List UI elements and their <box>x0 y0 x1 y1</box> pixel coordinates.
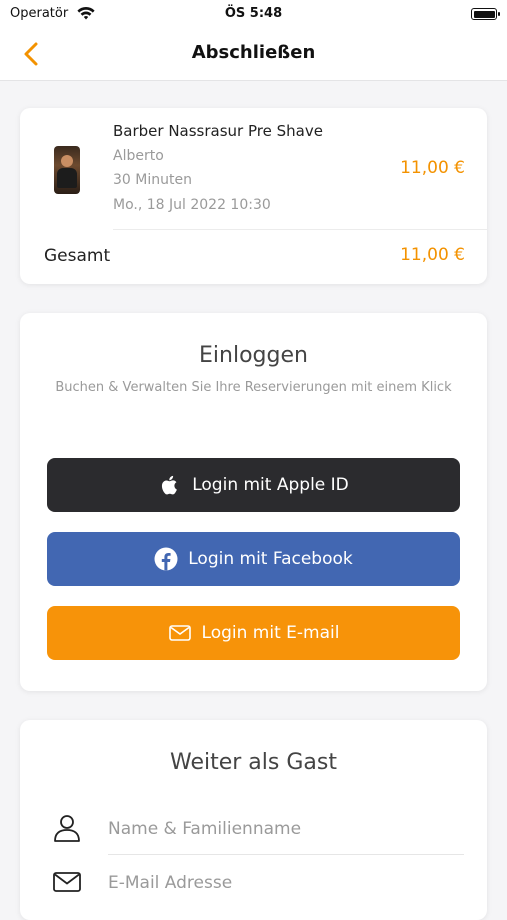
login-apple-label: Login mit Apple ID <box>192 475 349 495</box>
summary-divider <box>113 229 487 230</box>
login-apple-button[interactable]: Login mit Apple ID <box>47 458 460 512</box>
service-price: 11,00 € <box>400 158 465 178</box>
facebook-icon <box>154 547 178 571</box>
guest-title: Weiter als Gast <box>170 750 337 775</box>
status-bar: Operatör ÖS 5:48 <box>0 0 507 30</box>
total-label: Gesamt <box>44 246 111 266</box>
total-price: 11,00 € <box>400 245 465 265</box>
guest-email-input[interactable] <box>108 868 464 898</box>
login-subtitle: Buchen & Verwalten Sie Ihre Reservierung… <box>55 380 452 395</box>
guest-name-input[interactable] <box>108 814 464 844</box>
staff-name: Alberto <box>113 148 164 164</box>
appointment-datetime: Mo., 18 Jul 2022 10:30 <box>113 197 271 213</box>
page-title: Abschließen <box>191 42 316 63</box>
login-facebook-label: Login mit Facebook <box>188 549 353 569</box>
service-name: Barber Nassrasur Pre Shave <box>113 122 323 140</box>
order-summary-card: Barber Nassrasur Pre Shave Alberto 30 Mi… <box>20 108 487 284</box>
navigation-bar: Abschließen <box>0 30 507 81</box>
battery-icon <box>471 8 500 20</box>
login-email-label: Login mit E-mail <box>201 623 340 643</box>
service-thumbnail <box>54 146 80 194</box>
login-email-button[interactable]: Login mit E-mail <box>47 606 460 660</box>
mail-icon <box>168 625 191 641</box>
status-time: ÖS 5:48 <box>224 6 283 21</box>
envelope-icon <box>53 872 81 892</box>
service-duration: 30 Minuten <box>113 172 192 188</box>
login-card: Einloggen Buchen & Verwalten Sie Ihre Re… <box>20 313 487 691</box>
login-title: Einloggen <box>199 343 308 368</box>
guest-card: Weiter als Gast <box>20 720 487 920</box>
login-facebook-button[interactable]: Login mit Facebook <box>47 532 460 586</box>
person-icon <box>54 815 80 842</box>
apple-icon <box>162 475 178 495</box>
name-field-underline <box>108 854 464 855</box>
